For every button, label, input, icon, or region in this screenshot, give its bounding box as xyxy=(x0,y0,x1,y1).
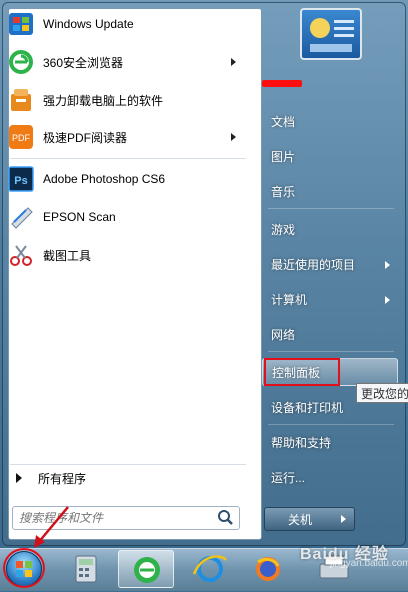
submenu-arrow-icon xyxy=(231,133,236,141)
windows-update-icon xyxy=(8,11,34,37)
360-browser-icon xyxy=(134,557,160,583)
menu-network[interactable]: 网络 xyxy=(262,322,398,347)
menu-label: 游戏 xyxy=(271,223,296,237)
user-picture[interactable] xyxy=(300,8,362,60)
firefox-icon xyxy=(256,557,280,581)
program-epson-scan[interactable]: EPSON Scan xyxy=(4,199,248,235)
menu-label: 最近使用的项目 xyxy=(271,258,356,272)
program-pdf-reader[interactable]: PDF 极速PDF阅读器 xyxy=(4,119,248,155)
submenu-arrow-icon xyxy=(231,58,236,66)
annotation-arrow-icon xyxy=(34,506,69,548)
annotation-circle xyxy=(3,548,45,588)
menu-games[interactable]: 游戏 xyxy=(262,217,398,242)
redaction-mark xyxy=(262,80,302,87)
tooltip: 更改您的 xyxy=(356,383,408,403)
svg-text:Ps: Ps xyxy=(14,175,27,187)
separator xyxy=(268,351,394,352)
submenu-arrow-icon xyxy=(385,295,390,304)
annotation-highlight-box xyxy=(264,358,340,386)
separator xyxy=(10,158,246,159)
program-label: 极速PDF阅读器 xyxy=(43,130,128,145)
pdf-reader-icon: PDF xyxy=(8,124,34,150)
taskbar-360-browser[interactable] xyxy=(118,550,174,588)
menu-label: 计算机 xyxy=(271,293,308,307)
shutdown-button[interactable]: 关机 xyxy=(264,507,336,531)
taskbar-ie[interactable] xyxy=(182,550,238,588)
separator xyxy=(268,208,394,209)
all-programs-label: 所有程序 xyxy=(38,471,87,486)
separator xyxy=(268,424,394,425)
menu-computer[interactable]: 计算机 xyxy=(262,287,398,312)
epson-scan-icon xyxy=(8,204,34,230)
snipping-tool-icon xyxy=(8,242,34,268)
program-snipping-tool[interactable]: 截图工具 xyxy=(4,237,248,273)
watermark-url: jingyan.baidu.com xyxy=(330,558,408,569)
taskbar-calculator[interactable] xyxy=(58,550,114,588)
program-uninstaller[interactable]: 强力卸载电脑上的软件 xyxy=(4,82,248,118)
program-label: 截图工具 xyxy=(43,248,92,263)
menu-label: 图片 xyxy=(271,150,296,164)
menu-help-support[interactable]: 帮助和支持 xyxy=(262,430,398,455)
search-icon[interactable] xyxy=(215,508,235,528)
shutdown-options-button[interactable] xyxy=(334,507,355,531)
svg-text:PDF: PDF xyxy=(12,133,31,143)
menu-label: 音乐 xyxy=(271,185,296,199)
360-browser-icon xyxy=(8,49,34,75)
program-360-browser[interactable]: 360安全浏览器 xyxy=(4,44,248,80)
menu-label: 设备和打印机 xyxy=(271,401,344,415)
program-photoshop[interactable]: Ps Adobe Photoshop CS6 xyxy=(4,161,248,197)
menu-label: 帮助和支持 xyxy=(271,436,332,450)
expand-arrow-icon xyxy=(16,473,22,483)
menu-label: 网络 xyxy=(271,328,296,342)
program-label: Windows Update xyxy=(43,17,134,31)
taskbar-firefox[interactable] xyxy=(240,550,296,588)
menu-pictures[interactable]: 图片 xyxy=(262,144,398,169)
photoshop-icon: Ps xyxy=(8,166,34,192)
program-label: 强力卸载电脑上的软件 xyxy=(43,93,164,108)
calculator-icon xyxy=(75,555,97,583)
program-label: Adobe Photoshop CS6 xyxy=(43,172,166,186)
program-label: EPSON Scan xyxy=(43,210,116,224)
menu-label: 文档 xyxy=(271,115,296,129)
menu-run[interactable]: 运行... xyxy=(262,465,398,490)
menu-documents[interactable]: 文档 xyxy=(262,109,398,134)
menu-recent-items[interactable]: 最近使用的项目 xyxy=(262,252,398,277)
menu-label: 运行... xyxy=(271,471,306,485)
submenu-arrow-icon xyxy=(385,260,390,269)
menu-music[interactable]: 音乐 xyxy=(262,179,398,204)
uninstaller-icon xyxy=(8,87,34,113)
all-programs-button[interactable]: 所有程序 xyxy=(4,462,248,494)
internet-explorer-icon xyxy=(192,555,228,582)
program-label: 360安全浏览器 xyxy=(43,55,124,70)
program-windows-update[interactable]: Windows Update xyxy=(4,6,248,42)
